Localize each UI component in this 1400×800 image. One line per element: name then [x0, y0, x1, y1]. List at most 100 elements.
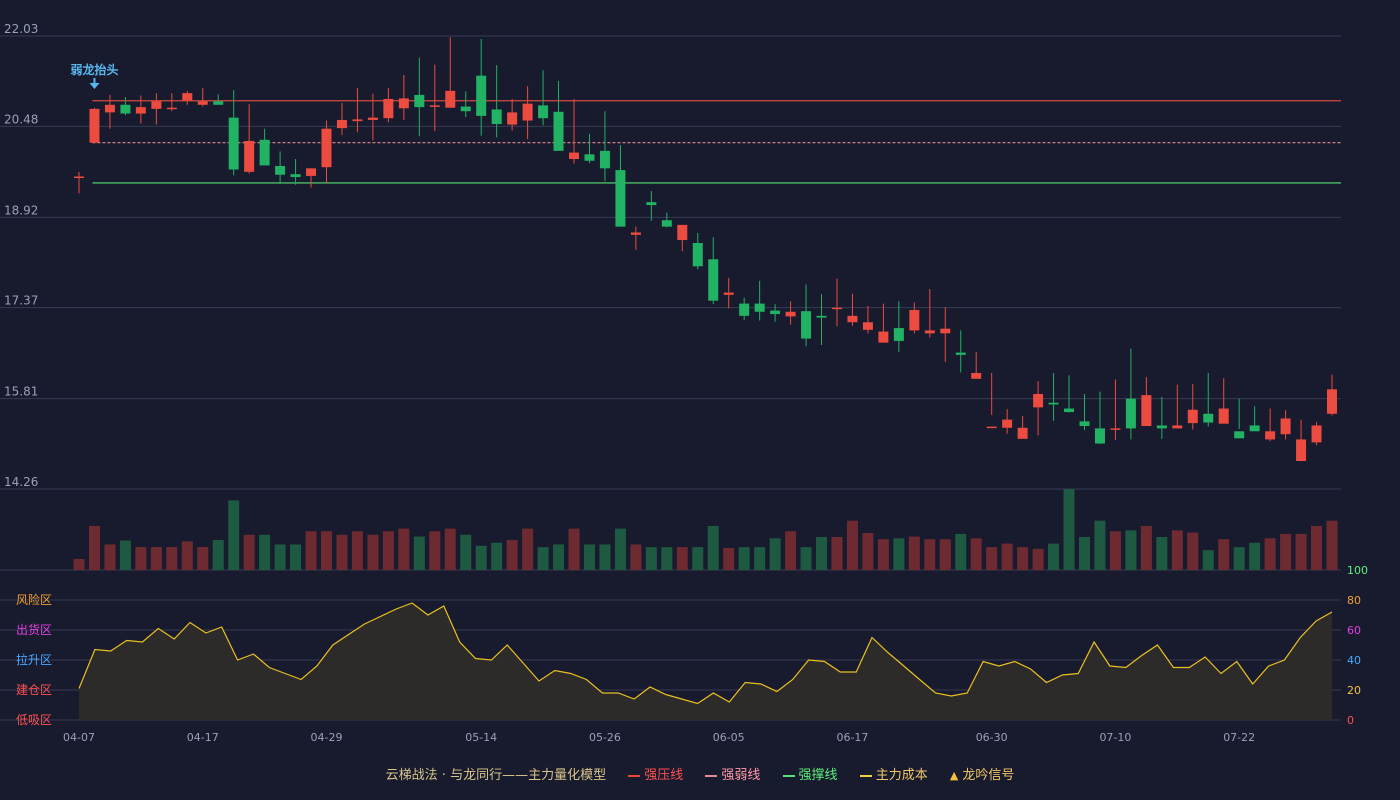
candle-body	[1094, 428, 1105, 444]
candle	[1265, 408, 1276, 442]
indicator-tick-label: 60	[1347, 624, 1361, 637]
candle-body	[893, 328, 904, 341]
volume-bar	[1171, 530, 1183, 570]
candle	[878, 303, 889, 343]
candle-body	[955, 352, 966, 355]
volume-bar	[862, 533, 874, 570]
candle	[1048, 372, 1059, 421]
volume-bar	[491, 542, 503, 570]
candle	[1064, 375, 1075, 413]
volume-bar	[166, 547, 178, 570]
candle	[507, 98, 518, 131]
candle	[816, 294, 827, 345]
candle-body	[630, 232, 641, 235]
candle-body	[74, 176, 84, 179]
volume-bar	[1078, 536, 1090, 570]
volume-bar	[1140, 525, 1152, 570]
candle-body	[259, 139, 270, 166]
candle	[646, 191, 657, 221]
legend-swatch	[628, 774, 641, 777]
volume-bar	[924, 539, 936, 570]
price-tick-label: 22.03	[4, 22, 38, 36]
date-tick-label: 06-05	[713, 731, 745, 744]
candle-body	[862, 322, 873, 330]
legend-item-strong-weak[interactable]: 强弱线	[705, 764, 760, 783]
candle	[1079, 393, 1090, 431]
date-tick-label: 05-14	[465, 731, 497, 744]
candle	[1017, 416, 1028, 439]
volume-bar	[336, 534, 348, 570]
candle-body	[460, 106, 471, 112]
candle	[599, 111, 610, 182]
price-tick-label: 14.26	[4, 475, 38, 489]
volume-bar	[1109, 531, 1121, 570]
candle	[940, 307, 951, 362]
volume-bar	[1187, 532, 1199, 570]
candle-body	[1125, 398, 1136, 429]
candle	[847, 293, 858, 326]
candle-body	[677, 224, 688, 241]
candle	[135, 95, 146, 124]
date-tick-label: 06-30	[976, 731, 1008, 744]
candle-body	[569, 152, 580, 160]
candle-body	[491, 109, 502, 125]
zone-label: 出货区	[16, 622, 52, 637]
volume-bar	[274, 544, 286, 570]
legend-label: 强弱线	[721, 768, 761, 783]
volume-bar	[398, 528, 410, 570]
candle	[708, 237, 719, 305]
candle-body	[770, 310, 781, 315]
volume-bar	[537, 547, 549, 570]
candle	[1296, 419, 1307, 462]
candle-body	[1280, 418, 1291, 435]
candle-body	[507, 112, 518, 125]
candle-body	[646, 202, 657, 206]
candle-body	[754, 303, 765, 312]
candle	[166, 93, 177, 112]
candle	[831, 278, 842, 327]
volume-bar	[460, 534, 472, 570]
volume-bar	[1311, 525, 1323, 570]
legend-item-strong-pressure[interactable]: 强压线	[628, 764, 683, 783]
volume-bar	[1295, 533, 1307, 570]
legend-item-main-cost[interactable]: 主力成本	[859, 764, 928, 783]
legend-item-dragon-signal[interactable]: ▲ 龙吟信号	[950, 764, 1014, 783]
volume-bar	[707, 525, 719, 570]
candle-body	[228, 117, 239, 170]
volume-bar	[104, 544, 116, 570]
candle	[429, 64, 440, 132]
candle-body	[1218, 408, 1229, 424]
volume-bar	[661, 547, 673, 570]
grid-lines	[0, 35, 1341, 721]
volume-bar	[553, 544, 565, 570]
candle-body	[1141, 395, 1152, 427]
volume-bar	[228, 500, 240, 570]
candle-body	[445, 90, 456, 108]
candle-body	[878, 331, 889, 343]
volume-bar	[583, 544, 595, 570]
volume-bar	[1202, 550, 1214, 570]
legend-label: 强压线	[644, 768, 684, 783]
legend-item-strong-support[interactable]: 强撑线	[782, 764, 838, 783]
candle	[615, 145, 626, 227]
candle-body	[584, 154, 595, 161]
candle-body	[1156, 425, 1167, 429]
zone-label: 拉升区	[16, 652, 52, 667]
candle	[553, 80, 564, 151]
candle	[1327, 374, 1337, 416]
volume-bar	[181, 541, 193, 570]
indicator-tick-label: 0	[1347, 714, 1354, 727]
candle	[909, 302, 920, 334]
candle-body	[135, 107, 146, 114]
candle-body	[1311, 425, 1322, 443]
volume-bar	[599, 544, 611, 570]
candle	[862, 305, 873, 334]
candle-body	[940, 328, 951, 334]
chart-legend: 云梯战法 · 与龙同行——主力量化模型 强压线 强弱线 强撑线 主力成本 ▲ 龙吟…	[0, 764, 1400, 783]
candle-body	[476, 75, 487, 116]
volume-bar	[630, 544, 642, 570]
volume-bar	[723, 547, 735, 570]
legend-label: 强撑线	[798, 768, 838, 783]
price-tick-label: 15.81	[4, 385, 38, 399]
candle	[723, 277, 734, 309]
